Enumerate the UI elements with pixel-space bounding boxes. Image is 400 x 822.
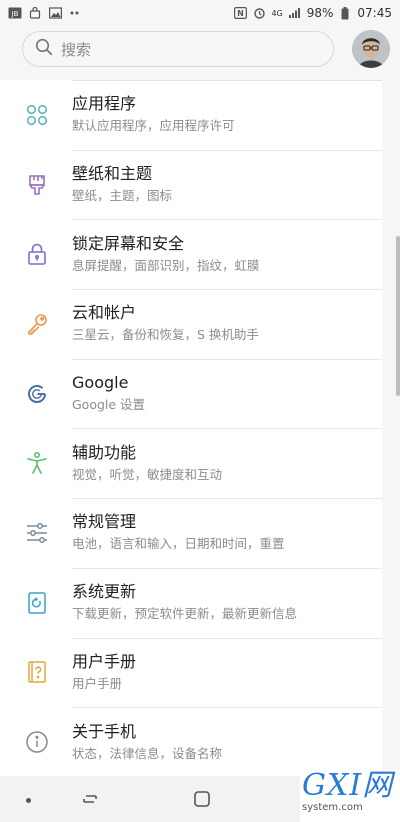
battery-percent: 98%	[306, 6, 334, 20]
system-update-icon	[0, 591, 72, 615]
divider	[72, 80, 382, 81]
settings-item-title: 系统更新	[72, 582, 137, 602]
status-left: JB	[8, 7, 82, 19]
more-notifications-icon	[68, 7, 82, 19]
settings-item-google[interactable]: Google Google 设置	[0, 358, 382, 429]
alarm-icon	[252, 7, 266, 19]
settings-item-title: 应用程序	[72, 94, 137, 114]
brush-icon	[0, 173, 72, 197]
avatar[interactable]	[352, 30, 390, 68]
settings-item-title: 壁纸和主题	[72, 164, 153, 184]
settings-item-title: 关于手机	[72, 721, 137, 741]
settings-item-lock-screen-security[interactable]: 锁定屏幕和安全 息屏提醒，面部识别，指纹，虹膜	[0, 219, 382, 289]
settings-item-subtitle: 默认应用程序，应用程序许可	[72, 118, 235, 134]
settings-list: 应用程序 默认应用程序，应用程序许可 壁纸和主题 壁纸，主题，图标 锁定屏幕和安	[0, 80, 382, 777]
settings-item-subtitle: 下载更新，预定软件更新，最新更新信息	[72, 606, 298, 622]
google-icon	[0, 382, 72, 406]
sliders-icon	[0, 521, 72, 545]
status-right: N 4G 98% 07:45	[233, 6, 392, 20]
lock-icon	[0, 242, 72, 266]
shopping-bag-icon	[28, 7, 42, 19]
settings-item-title: 锁定屏幕和安全	[72, 233, 185, 253]
settings-item-about-phone[interactable]: 关于手机 状态，法律信息，设备名称	[0, 707, 382, 777]
scrollbar[interactable]	[396, 236, 400, 396]
clock: 07:45	[357, 6, 392, 20]
apps-icon	[0, 103, 72, 127]
recent-apps-button[interactable]	[82, 790, 100, 808]
settings-item-subtitle: Google 设置	[72, 397, 146, 413]
settings-item-title: Google	[72, 373, 129, 393]
settings-item-apps[interactable]: 应用程序 默认应用程序，应用程序许可	[0, 80, 382, 150]
battery-icon	[338, 6, 352, 19]
network-type: 4G	[271, 8, 283, 18]
info-icon	[0, 730, 72, 754]
settings-item-cloud-accounts[interactable]: 云和帐户 三星云，备份和恢复，S 换机助手	[0, 289, 382, 359]
settings-item-title: 辅助功能	[72, 442, 137, 462]
settings-item-accessibility[interactable]: 辅助功能 视觉，听觉，敏捷度和互动	[0, 428, 382, 498]
settings-item-subtitle: 用户手册	[72, 675, 123, 691]
settings-item-subtitle: 视觉，听觉，敏捷度和互动	[72, 466, 223, 482]
svg-text:N: N	[237, 9, 244, 18]
search-input[interactable]: 搜索	[22, 31, 334, 67]
manual-icon	[0, 660, 72, 684]
notification-badge-icon: JB	[8, 7, 22, 19]
settings-item-subtitle: 三星云，备份和恢复，S 换机助手	[72, 327, 259, 343]
key-icon	[0, 312, 72, 336]
hide-nav-dot-icon[interactable]	[26, 798, 31, 803]
settings-item-subtitle: 电池，语言和输入，日期和时间，重置	[72, 536, 285, 552]
settings-item-general-management[interactable]: 常规管理 电池，语言和输入，日期和时间，重置	[0, 498, 382, 568]
home-button[interactable]	[193, 790, 211, 808]
watermark-main: GXI网	[302, 768, 394, 803]
search-placeholder: 搜索	[61, 40, 92, 59]
settings-item-title: 云和帐户	[72, 303, 137, 323]
image-icon	[48, 7, 62, 19]
accessibility-icon	[0, 451, 72, 475]
search-area: 搜索	[0, 26, 400, 72]
settings-item-system-update[interactable]: 系统更新 下载更新，预定软件更新，最新更新信息	[0, 567, 382, 638]
search-icon	[35, 38, 53, 60]
settings-item-subtitle: 状态，法律信息，设备名称	[72, 745, 223, 761]
watermark-sub: system.com	[302, 802, 363, 813]
settings-item-title: 常规管理	[72, 512, 137, 532]
settings-item-subtitle: 息屏提醒，面部识别，指纹，虹膜	[72, 257, 260, 273]
signal-icon	[288, 7, 302, 19]
svg-text:JB: JB	[11, 10, 19, 18]
settings-item-user-manual[interactable]: 用户手册 用户手册	[0, 637, 382, 708]
settings-item-title: 用户手册	[72, 651, 137, 671]
status-bar: JB N 4G 98% 07:45	[0, 0, 400, 26]
watermark-logo: GXI网 system.com	[300, 770, 400, 822]
settings-item-wallpaper-themes[interactable]: 壁纸和主题 壁纸，主题，图标	[0, 149, 382, 220]
nfc-icon: N	[233, 7, 247, 19]
settings-item-subtitle: 壁纸，主题，图标	[72, 188, 173, 204]
